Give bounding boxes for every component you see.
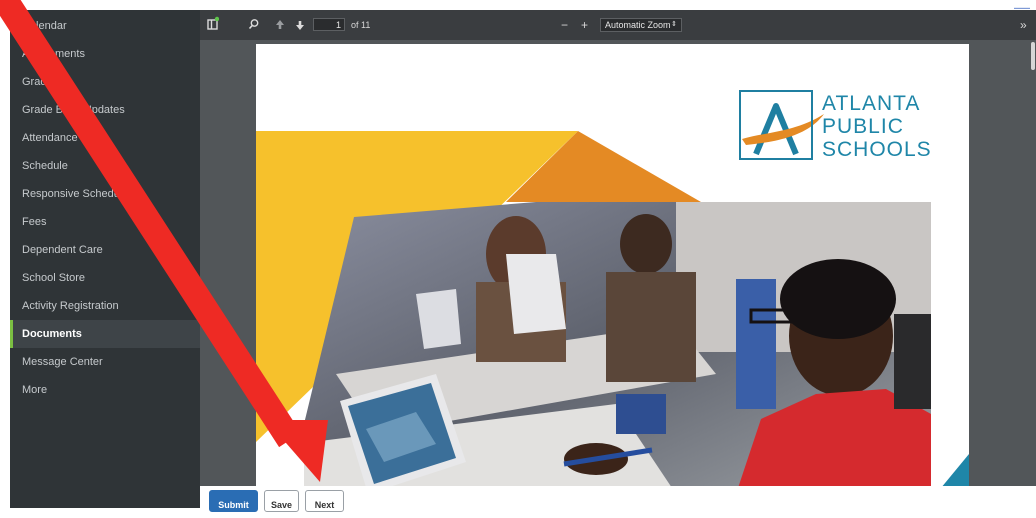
sidebar-item-assignments[interactable]: Assignments bbox=[10, 40, 200, 68]
sidebar-item-grade-book-updates[interactable]: Grade Book Updates bbox=[10, 96, 200, 124]
pdf-page: ATLANTA PUBLIC SCHOOLS bbox=[256, 44, 969, 486]
sidebar-item-grades[interactable]: Grades bbox=[10, 68, 200, 96]
pdf-viewer: 1 of 11 − + Automatic Zoom ⇕ » ATLANTA P… bbox=[200, 10, 1036, 486]
page-number-input[interactable]: 1 bbox=[313, 18, 345, 31]
logo-line-3: SCHOOLS bbox=[822, 138, 932, 161]
sidebar-item-dependent-care[interactable]: Dependent Care bbox=[10, 236, 200, 264]
search-icon[interactable] bbox=[248, 10, 260, 40]
sidebar-item-documents[interactable]: Documents bbox=[10, 320, 200, 348]
sidebar-item-school-store[interactable]: School Store bbox=[10, 264, 200, 292]
zoom-select[interactable]: Automatic Zoom ⇕ bbox=[600, 18, 682, 32]
sidebar-item-fees[interactable]: Fees bbox=[10, 208, 200, 236]
zoom-in-button[interactable]: + bbox=[581, 10, 588, 40]
sidebar-item-schedule[interactable]: Schedule bbox=[10, 152, 200, 180]
sidebar-item-attendance[interactable]: Attendance bbox=[10, 124, 200, 152]
sidebar-item-activity-registration[interactable]: Activity Registration bbox=[10, 292, 200, 320]
chevron-updown-icon: ⇕ bbox=[671, 21, 677, 28]
arrow-down-icon[interactable] bbox=[295, 10, 305, 40]
logo-line-1: ATLANTA bbox=[822, 92, 921, 115]
sidebar-item-message-center[interactable]: Message Center bbox=[10, 348, 200, 376]
sidebar-nav: Calendar Assignments Grades Grade Book U… bbox=[10, 10, 200, 508]
sidebar-item-calendar[interactable]: Calendar bbox=[10, 12, 200, 40]
scrollbar-thumb[interactable] bbox=[1031, 42, 1035, 70]
page-count-label: of 11 bbox=[351, 20, 371, 30]
double-chevron-right-icon[interactable]: » bbox=[1020, 10, 1027, 40]
save-button[interactable]: Save bbox=[264, 490, 299, 512]
zoom-select-value: Automatic Zoom bbox=[605, 20, 671, 30]
next-button[interactable]: Next bbox=[305, 490, 344, 512]
sidebar-toggle-icon[interactable] bbox=[207, 10, 220, 40]
pdf-toolbar: 1 of 11 − + Automatic Zoom ⇕ » bbox=[200, 10, 1036, 40]
sidebar-item-responsive-schedule[interactable]: Responsive Schedule bbox=[10, 180, 200, 208]
submit-button[interactable]: Submit bbox=[209, 490, 258, 512]
arrow-up-icon[interactable] bbox=[275, 10, 285, 40]
zoom-out-button[interactable]: − bbox=[561, 10, 568, 40]
logo-line-2: PUBLIC bbox=[822, 115, 904, 138]
sidebar-item-more[interactable]: More bbox=[10, 376, 200, 404]
logo-emblem bbox=[739, 90, 813, 160]
